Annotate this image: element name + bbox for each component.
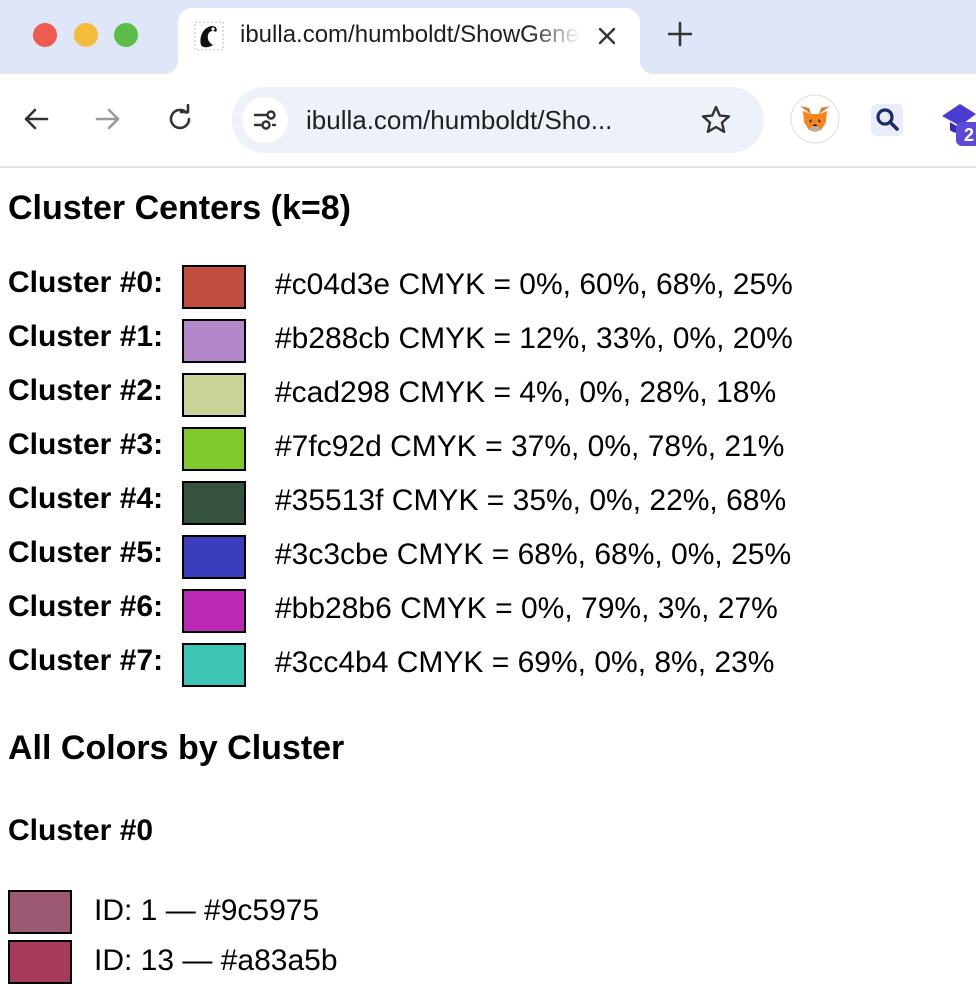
all-colors-heading: All Colors by Cluster (8, 729, 345, 767)
cluster-center-row: Cluster #1: #b288cb CMYK = 12%, 33%, 0%,… (0, 319, 976, 374)
cluster-color-info: #3cc4b4 CMYK = 69%, 0%, 8%, 23% (275, 646, 775, 679)
bookmark-star-icon[interactable] (698, 102, 734, 138)
color-swatch (8, 890, 72, 934)
color-id-label: ID: 13 — #a83a5b (94, 944, 338, 977)
browser-toolbar: ibulla.com/humboldt/Sho... 2 (0, 74, 976, 168)
cluster-color-swatch (182, 265, 246, 309)
new-tab-icon[interactable] (664, 18, 696, 50)
color-id-label: ID: 1 — #9c5975 (94, 894, 320, 927)
cluster-label: Cluster #3: (8, 428, 164, 461)
cluster-center-row: Cluster #0: #c04d3e CMYK = 0%, 60%, 68%,… (0, 265, 976, 320)
graduation-cap-extension-icon[interactable]: 2 (942, 100, 976, 151)
cluster-color-swatch (182, 373, 246, 417)
cluster-color-swatch (182, 427, 246, 471)
window-zoom-button[interactable] (114, 23, 138, 47)
cluster-color-swatch (182, 535, 246, 579)
cluster-center-row: Cluster #6: #bb28b6 CMYK = 0%, 79%, 3%, … (0, 589, 976, 644)
window-close-button[interactable] (33, 23, 57, 47)
cluster-label: Cluster #5: (8, 536, 164, 569)
cluster-color-info: #c04d3e CMYK = 0%, 60%, 68%, 25% (275, 268, 793, 301)
cluster-color-swatch (182, 589, 246, 633)
cluster-color-swatch (182, 481, 246, 525)
cluster-color-info: #35513f CMYK = 35%, 0%, 22%, 68% (275, 484, 787, 517)
metamask-fox-icon[interactable] (790, 94, 840, 149)
search-extension-icon[interactable] (870, 103, 904, 142)
forward-arrow-icon[interactable] (90, 101, 126, 137)
window-minimize-button[interactable] (74, 23, 98, 47)
cluster-center-row: Cluster #4: #35513f CMYK = 35%, 0%, 22%,… (0, 481, 976, 536)
cluster-section-heading: Cluster #0 (8, 814, 154, 847)
cluster-label: Cluster #6: (8, 590, 164, 623)
cluster-color-info: #b288cb CMYK = 12%, 33%, 0%, 20% (275, 322, 793, 355)
active-tab[interactable]: ibulla.com/humboldt/ShowGenerations (164, 8, 654, 74)
cluster-label: Cluster #2: (8, 374, 164, 407)
site-favicon-icon (194, 21, 224, 51)
cluster-color-swatch (182, 319, 246, 363)
cluster-color-info: #cad298 CMYK = 4%, 0%, 28%, 18% (275, 376, 777, 409)
cluster-label: Cluster #7: (8, 644, 164, 677)
address-bar[interactable]: ibulla.com/humboldt/Sho... (232, 87, 764, 153)
tab-title: ibulla.com/humboldt/ShowGenerations (240, 21, 580, 48)
close-tab-icon[interactable] (592, 21, 622, 51)
cluster-color-info: #bb28b6 CMYK = 0%, 79%, 3%, 27% (275, 592, 778, 625)
cluster-color-swatch (182, 643, 246, 687)
cluster-center-row: Cluster #2: #cad298 CMYK = 4%, 0%, 28%, … (0, 373, 976, 428)
cluster-center-row: Cluster #3: #7fc92d CMYK = 37%, 0%, 78%,… (0, 427, 976, 482)
cluster-label: Cluster #1: (8, 320, 164, 353)
page-content: Cluster Centers (k=8) Cluster #0: #c04d3… (0, 168, 976, 984)
back-arrow-icon[interactable] (18, 101, 54, 137)
cluster-color-info: #3c3cbe CMYK = 68%, 68%, 0%, 25% (275, 538, 792, 571)
tab-strip: ibulla.com/humboldt/ShowGenerations (0, 0, 976, 74)
cluster-center-row: Cluster #7: #3cc4b4 CMYK = 69%, 0%, 8%, … (0, 643, 976, 698)
cluster-centers-heading: Cluster Centers (k=8) (8, 189, 351, 227)
site-settings-icon[interactable] (242, 97, 288, 143)
cluster-label: Cluster #4: (8, 482, 164, 515)
extension-badge-count: 2 (964, 125, 974, 145)
cluster-center-row: Cluster #5: #3c3cbe CMYK = 68%, 68%, 0%,… (0, 535, 976, 590)
reload-icon[interactable] (162, 101, 198, 137)
color-list-item: ID: 1 — #9c5975 (0, 890, 976, 940)
cluster-color-info: #7fc92d CMYK = 37%, 0%, 78%, 21% (275, 430, 785, 463)
cluster-label: Cluster #0: (8, 266, 164, 299)
color-list-item: ID: 13 — #a83a5b (0, 940, 976, 990)
color-swatch (8, 940, 72, 984)
url-text[interactable]: ibulla.com/humboldt/Sho... (306, 103, 666, 137)
